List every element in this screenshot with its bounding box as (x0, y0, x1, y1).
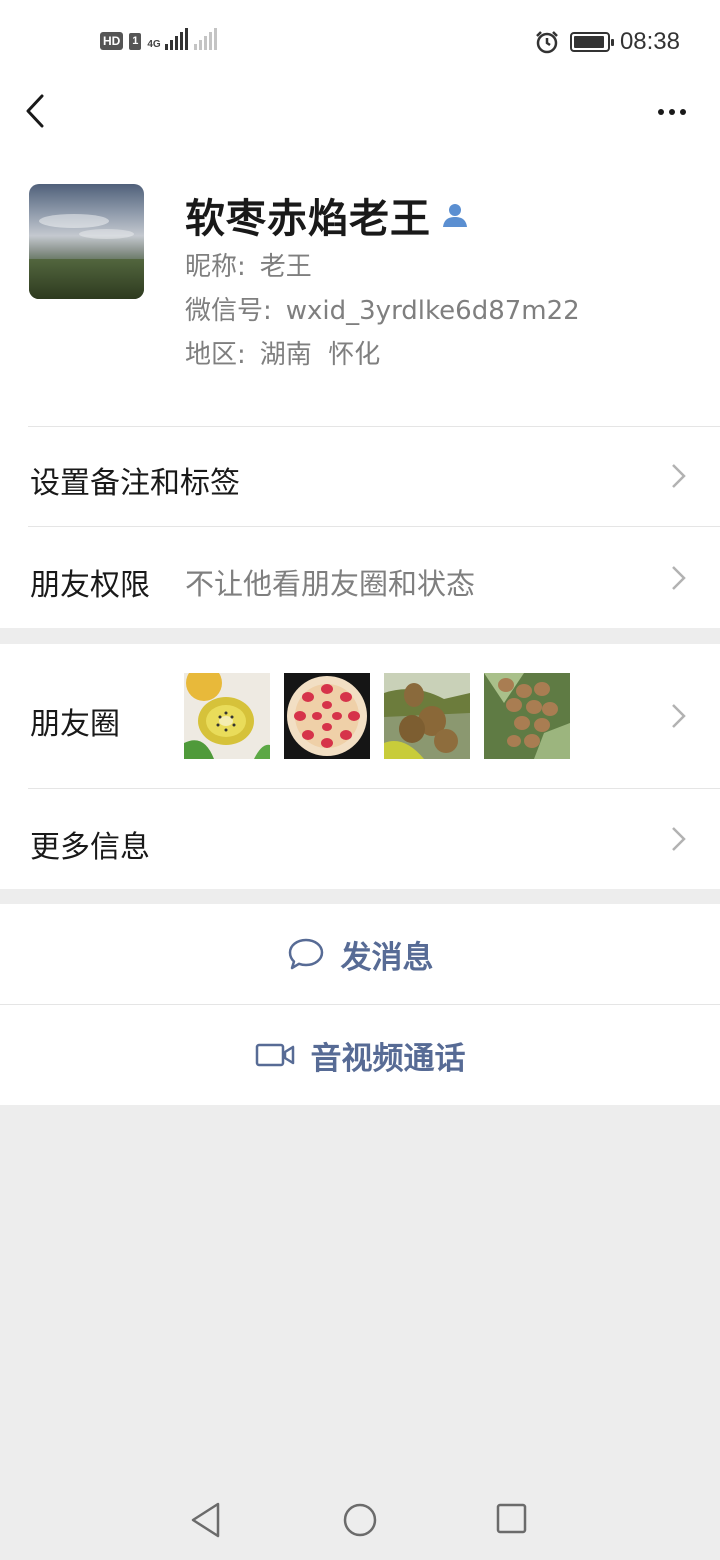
nickname-value: 老王 (259, 252, 312, 282)
permission-label: 朋友权限 (30, 568, 150, 603)
wechat-id-line: 微信号: wxid_3yrdlke6d87m22 (185, 290, 580, 327)
chevron-right-icon (672, 566, 686, 590)
status-bar: HD 1 4G 08:38 (0, 0, 720, 80)
moments-group: 朋友圈 更多信息 (0, 644, 720, 889)
remark-label: 设置备注和标签 (30, 466, 240, 501)
video-call-label: 音视频通话 (310, 1040, 466, 1077)
clock: 08:38 (619, 28, 680, 55)
more-dots-icon (658, 109, 664, 115)
sim-badge: 1 (129, 33, 142, 50)
region-label: 地区: (185, 340, 246, 370)
moments-row[interactable]: 朋友圈 (0, 644, 720, 788)
settings-group: 设置备注和标签 朋友权限 不让他看朋友圈和状态 (0, 426, 720, 628)
region-line: 地区: 湖南 怀化 (185, 334, 380, 371)
permission-row[interactable]: 朋友权限 不让他看朋友圈和状态 (0, 527, 720, 628)
more-info-label: 更多信息 (30, 830, 150, 865)
nav-recents-icon[interactable] (496, 1503, 528, 1535)
send-message-label: 发消息 (340, 939, 434, 976)
alarm-icon (536, 31, 558, 54)
more-info-row[interactable]: 更多信息 (0, 789, 720, 889)
back-button[interactable] (18, 92, 58, 132)
battery-icon (569, 32, 614, 52)
video-call-button[interactable]: 音视频通话 (0, 1005, 720, 1105)
send-message-button[interactable]: 发消息 (0, 904, 720, 1004)
nickname-label: 昵称: (185, 252, 246, 282)
hd-badge: HD (100, 32, 124, 50)
signal-weak-icon (193, 28, 217, 50)
contact-person-icon (443, 204, 467, 227)
status-left: HD 1 4G (100, 28, 217, 50)
nickname-line: 昵称: 老王 (185, 246, 312, 283)
wechat-id-value: wxid_3yrdlke6d87m22 (285, 296, 580, 326)
more-button[interactable] (652, 92, 692, 132)
network-type: 4G (147, 39, 161, 50)
moments-thumbnail (484, 673, 570, 759)
permission-value: 不让他看朋友圈和状态 (185, 567, 476, 601)
display-name: 软枣赤焰老王 (185, 196, 431, 242)
chat-bubble-icon (288, 938, 323, 970)
moments-thumbnail (384, 673, 470, 759)
status-right: 08:38 (534, 28, 680, 56)
video-camera-icon (255, 1043, 294, 1067)
system-nav-bar (0, 1480, 720, 1560)
nav-back-icon[interactable] (188, 1500, 224, 1540)
wechat-id-label: 微信号: (185, 296, 272, 326)
chevron-right-icon (672, 464, 686, 488)
nav-home-icon[interactable] (342, 1502, 378, 1538)
region-value: 湖南 怀化 (259, 340, 381, 370)
remark-row[interactable]: 设置备注和标签 (0, 426, 720, 526)
moments-label: 朋友圈 (30, 707, 120, 742)
moments-thumbnail (284, 673, 370, 759)
moments-thumbnails (184, 673, 570, 759)
moments-thumbnail (184, 673, 270, 759)
name-row: 软枣赤焰老王 (185, 186, 469, 244)
avatar[interactable] (29, 184, 144, 299)
chevron-right-icon (672, 704, 686, 728)
chevron-right-icon (672, 827, 686, 851)
profile-card: 软枣赤焰老王 昵称: 老王 微信号: wxid_3yrdlke6d87m22 地区:… (0, 144, 720, 426)
signal-strong-icon (164, 28, 188, 50)
back-chevron-icon (26, 94, 44, 128)
top-nav (0, 80, 720, 144)
